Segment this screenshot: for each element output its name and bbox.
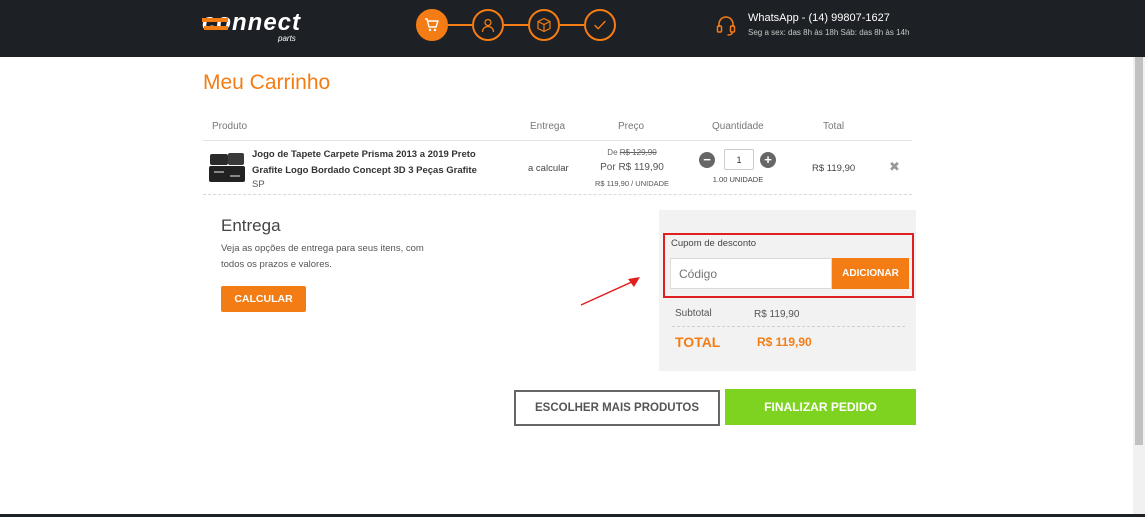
subtotal-label: Subtotal bbox=[675, 308, 712, 319]
logo-mark: connect parts bbox=[202, 9, 301, 43]
product-thumbnail[interactable] bbox=[208, 151, 246, 185]
item-total: R$ 119,90 bbox=[812, 163, 856, 174]
column-header-product: Produto bbox=[212, 121, 248, 132]
step-connector bbox=[560, 24, 584, 26]
quantity-increment-button[interactable]: + bbox=[760, 152, 776, 168]
quantity-units: 1.00 UNIDADE bbox=[712, 175, 764, 184]
step-shipping[interactable] bbox=[528, 9, 560, 41]
choose-more-products-button[interactable]: ESCOLHER MAIS PRODUTOS bbox=[514, 390, 720, 426]
product-state: SP bbox=[252, 179, 265, 190]
column-header-total: Total bbox=[823, 121, 845, 132]
total-label: TOTAL bbox=[675, 334, 721, 350]
box-icon bbox=[537, 17, 551, 33]
page-title: Meu Carrinho bbox=[203, 71, 331, 94]
remove-item-icon[interactable]: ✖ bbox=[889, 160, 900, 173]
contact-info: WhatsApp - (14) 99807-1627 Seg a sex: da… bbox=[716, 11, 946, 43]
column-header-quantity: Quantidade bbox=[712, 121, 764, 132]
price-old-value: R$ 129,90 bbox=[619, 148, 657, 157]
coupon-input[interactable] bbox=[670, 258, 832, 289]
subtotal-value: R$ 119,90 bbox=[754, 309, 800, 320]
annotation-arrow bbox=[580, 277, 640, 306]
connect-parts-logo[interactable]: connect parts bbox=[202, 9, 326, 46]
table-header-divider bbox=[203, 140, 912, 141]
logo-subtext: parts bbox=[277, 34, 296, 43]
cart-icon bbox=[425, 18, 439, 32]
checkout-steps bbox=[416, 9, 620, 41]
logo-accent-lower bbox=[204, 26, 228, 30]
price-old: De R$ 129,90 bbox=[588, 148, 676, 157]
scrollbar-thumb[interactable] bbox=[1135, 57, 1143, 445]
coupon-label: Cupom de desconto bbox=[671, 238, 757, 249]
check-icon bbox=[594, 20, 606, 30]
delivery-title: Entrega bbox=[221, 216, 281, 235]
delivery-description: Veja as opções de entrega para seus iten… bbox=[221, 243, 424, 270]
product-name[interactable]: Jogo de Tapete Carpete Prisma 2013 a 201… bbox=[252, 147, 507, 179]
user-icon bbox=[481, 18, 495, 33]
site-header: connect parts WhatsApp - (14) 99807-1627… bbox=[0, 0, 1145, 57]
headset-icon bbox=[716, 16, 736, 36]
logo-wordmark: connect bbox=[202, 10, 301, 36]
finish-order-button[interactable]: FINALIZAR PEDIDO bbox=[725, 389, 916, 425]
step-cart[interactable] bbox=[416, 9, 448, 41]
table-row-divider bbox=[203, 194, 912, 195]
whatsapp-number[interactable]: WhatsApp - (14) 99807-1627 bbox=[748, 12, 890, 24]
calculate-shipping-button[interactable]: CALCULAR bbox=[221, 286, 306, 312]
step-connector bbox=[504, 24, 528, 26]
column-header-price: Preço bbox=[618, 121, 645, 132]
step-identification[interactable] bbox=[472, 9, 504, 41]
quantity-input[interactable] bbox=[724, 149, 754, 170]
item-delivery: a calcular bbox=[528, 163, 569, 174]
step-confirmation[interactable] bbox=[584, 9, 616, 41]
quantity-decrement-button[interactable]: − bbox=[699, 152, 715, 168]
summary-divider bbox=[672, 326, 905, 327]
business-hours: Seg a sex: das 8h às 18h Sáb: das 8h às … bbox=[748, 28, 910, 37]
price-per-unit: R$ 119,90 / UNIDADE bbox=[594, 179, 670, 188]
step-connector bbox=[448, 24, 472, 26]
logo-accent bbox=[202, 18, 228, 22]
vertical-scrollbar[interactable] bbox=[1133, 57, 1145, 514]
price-old-prefix: De bbox=[607, 148, 618, 157]
total-value: R$ 119,90 bbox=[757, 335, 812, 349]
price-current: Por R$ 119,90 bbox=[600, 162, 664, 173]
column-header-delivery: Entrega bbox=[530, 121, 566, 132]
add-coupon-button[interactable]: ADICIONAR bbox=[832, 258, 909, 289]
